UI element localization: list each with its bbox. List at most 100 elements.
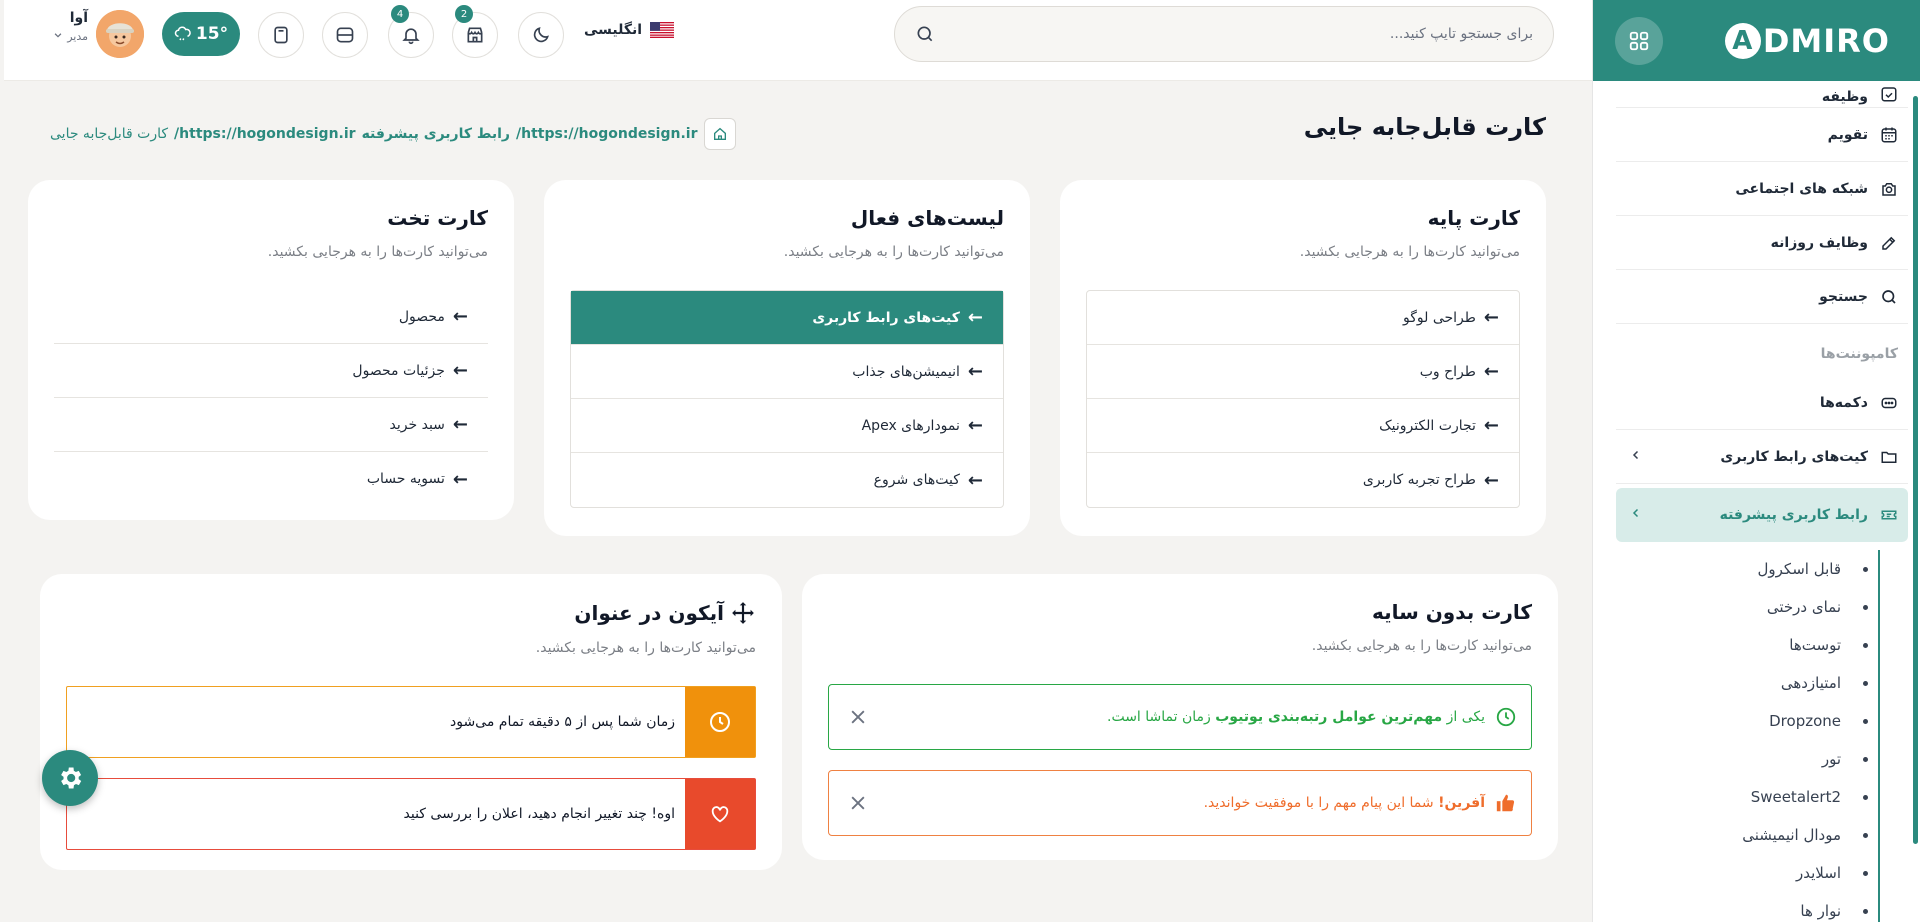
sidebar-item-ui-kits[interactable]: کیت‌های رابط کاربری bbox=[1616, 430, 1908, 484]
search-bar[interactable]: برای جستجو تایپ کنید... bbox=[894, 6, 1554, 62]
weather-widget[interactable]: 15° bbox=[162, 12, 240, 56]
sidebar-item-label: وظیفه bbox=[1821, 89, 1868, 105]
close-alert-button[interactable] bbox=[843, 788, 873, 818]
list-item-label: طراح تجربه کاربری bbox=[1362, 472, 1476, 488]
home-button[interactable] bbox=[703, 118, 736, 150]
button-icon bbox=[1878, 392, 1900, 414]
avatar[interactable] bbox=[96, 10, 144, 58]
submenu-item[interactable]: توست‌ها bbox=[1616, 626, 1908, 664]
list-item-label: نمودارهای Apex bbox=[861, 417, 960, 434]
edit-icon bbox=[1878, 232, 1900, 254]
breadcrumb: https://hogondesign.ir/ رابط کاربری پیشر… bbox=[50, 118, 736, 150]
alert-text: آفرین! شما این پیام مهم را با موفقیت خوا… bbox=[873, 795, 1485, 811]
list-item[interactable]: ← طراح تجربه کاربری bbox=[1087, 453, 1519, 507]
active-lists-card[interactable]: لیست‌های فعال می‌توانید کارت‌ها را به هر… bbox=[544, 180, 1030, 536]
list-item[interactable]: ← جزئیات محصول bbox=[54, 344, 488, 398]
close-alert-button[interactable] bbox=[843, 702, 873, 732]
bookmark-button[interactable] bbox=[258, 12, 304, 58]
list-item[interactable]: ← تجارت الکترونیک bbox=[1087, 399, 1519, 453]
sidebar-item-daily-tasks[interactable]: وظایف روزانه bbox=[1616, 216, 1908, 270]
chevron-down-icon bbox=[54, 33, 62, 38]
arrow-left-icon: ← bbox=[967, 307, 983, 328]
flat-card[interactable]: کارت تخت می‌توانید کارت‌ها را به هرجایی … bbox=[28, 180, 514, 520]
arrow-left-icon: ← bbox=[452, 360, 468, 381]
basic-list: ← طراحی لوگو ← طراح وب ← تجارت الکترونیک ← ط… bbox=[1086, 290, 1520, 508]
move-icon[interactable] bbox=[730, 600, 756, 626]
submenu-item[interactable]: نوار ها bbox=[1616, 892, 1908, 922]
list-item[interactable]: ← کیت‌های شروع bbox=[571, 453, 1003, 507]
submenu-item[interactable]: نمای درختی bbox=[1616, 588, 1908, 626]
alert-text: اوه! چند تغییر انجام دهید، اعلان را بررس… bbox=[403, 806, 676, 822]
brand-logo[interactable]: A DMIRO bbox=[1724, 22, 1890, 60]
arrow-left-icon: ← bbox=[452, 306, 468, 327]
no-shadow-card[interactable]: کارت بدون سایه می‌توانید کارت‌ها را به ه… bbox=[802, 574, 1558, 860]
sidebar-menu[interactable]: وظیفه تقویم شبکه های اجتماعی وظایف روزان… bbox=[1616, 81, 1908, 922]
submenu-item[interactable]: Dropzone bbox=[1616, 702, 1908, 740]
alert-text-bold: آفرین! bbox=[1438, 795, 1485, 811]
language-selector[interactable]: انگلیسی bbox=[584, 22, 675, 38]
notifications-button[interactable]: 4 bbox=[388, 5, 434, 58]
list-item[interactable]: ← سبد خرید bbox=[54, 398, 488, 452]
sidebar-item-label: تقویم bbox=[1827, 126, 1868, 143]
card-subtitle: می‌توانید کارت‌ها را به هرجایی بکشید. bbox=[1299, 244, 1520, 260]
list-item-active[interactable]: ← کیت‌های رابط کاربری bbox=[571, 291, 1003, 345]
list-item-label: جزئیات محصول bbox=[352, 362, 445, 379]
list-item[interactable]: ← تسویه حساب bbox=[54, 452, 488, 506]
home-icon bbox=[713, 127, 726, 140]
breadcrumb-link[interactable]: https://hogondesign.ir/ bbox=[516, 126, 698, 142]
list-item[interactable]: ← طراحی لوگو bbox=[1087, 291, 1519, 345]
apps-grid-button[interactable] bbox=[1615, 16, 1663, 65]
card-subtitle: می‌توانید کارت‌ها را به هرجایی بکشید. bbox=[1311, 638, 1532, 654]
card-subtitle: می‌توانید کارت‌ها را به هرجایی بکشید. bbox=[267, 244, 488, 260]
submenu-item[interactable]: اسلایدر bbox=[1616, 854, 1908, 892]
sidebar-scrollbar[interactable] bbox=[1913, 96, 1918, 844]
list-item-label: سبد خرید bbox=[389, 416, 445, 433]
sidebar-item-label: جستجو bbox=[1819, 288, 1868, 305]
breadcrumb-link[interactable]: https://hogondesign.ir/ bbox=[174, 126, 356, 142]
sidebar-item-buttons[interactable]: دکمه‌ها bbox=[1616, 376, 1908, 430]
breadcrumb-current: کارت قابل‌جابه جایی bbox=[50, 126, 169, 142]
dark-mode-toggle[interactable] bbox=[518, 12, 564, 58]
submenu-item[interactable]: قابل اسکرول bbox=[1616, 550, 1908, 588]
sidebar-header: A DMIRO bbox=[1593, 0, 1920, 81]
chevron-left-icon bbox=[1628, 507, 1644, 523]
search-input[interactable]: برای جستجو تایپ کنید... bbox=[935, 26, 1533, 42]
user-menu[interactable]: آوا مدیر bbox=[42, 10, 88, 43]
sidebar-item-advanced-ui[interactable]: رابط کاربری پیشرفته bbox=[1616, 488, 1908, 542]
sidebar-item-social[interactable]: شبکه های اجتماعی bbox=[1616, 162, 1908, 216]
sidebar-item-calendar[interactable]: تقویم bbox=[1616, 108, 1908, 162]
error-alert: اوه! چند تغییر انجام دهید، اعلان را بررس… bbox=[66, 778, 756, 850]
sidebar-item-search[interactable]: جستجو bbox=[1616, 270, 1908, 324]
alert-text: یکی از مهم‌ترین عوامل رتبه‌بندی یوتیوب ز… bbox=[873, 709, 1485, 725]
layout-button[interactable] bbox=[322, 12, 368, 58]
camera-icon bbox=[1878, 178, 1900, 200]
folder-icon bbox=[1878, 446, 1900, 468]
icon-title-card[interactable]: آیکون در عنوان می‌توانید کارت‌ها را به ه… bbox=[40, 574, 782, 870]
list-item[interactable]: ← طراح وب bbox=[1087, 345, 1519, 399]
sidebar-item-task[interactable]: وظیفه bbox=[1616, 81, 1908, 108]
sidebar-submenu: قابل اسکرول نمای درختی توست‌ها امتیازدهی… bbox=[1616, 550, 1908, 922]
success-alert: یکی از مهم‌ترین عوامل رتبه‌بندی یوتیوب ز… bbox=[828, 684, 1532, 750]
submenu-item[interactable]: تور bbox=[1616, 740, 1908, 778]
list-item[interactable]: ← محصول bbox=[54, 290, 488, 344]
flat-list: ← محصول ← جزئیات محصول ← سبد خرید ← تسویه حس… bbox=[54, 290, 488, 506]
store-button[interactable]: 2 bbox=[452, 5, 498, 58]
submenu-item[interactable]: امتیازدهی bbox=[1616, 664, 1908, 702]
submenu-item[interactable]: مودال انیمیشنی bbox=[1616, 816, 1908, 854]
settings-fab-button[interactable] bbox=[42, 750, 98, 806]
clock-icon bbox=[685, 687, 755, 757]
basic-card[interactable]: کارت پایه می‌توانید کارت‌ها را به هرجایی… bbox=[1060, 180, 1546, 536]
list-item-label: انیمیشن‌های جذاب bbox=[852, 363, 960, 380]
store-icon bbox=[467, 27, 483, 43]
breadcrumb-link[interactable]: رابط کاربری پیشرفته bbox=[362, 126, 510, 142]
sidebar-item-label: وظایف روزانه bbox=[1770, 234, 1868, 251]
card-title: کارت بدون سایه bbox=[1371, 600, 1532, 624]
list-item[interactable]: ← نمودارهای Apex bbox=[571, 399, 1003, 453]
list-item[interactable]: ← انیمیشن‌های جذاب bbox=[571, 345, 1003, 399]
alert-text: زمان شما پس از ۵ دقیقه تمام می‌شود bbox=[449, 714, 675, 730]
notifications-badge: 4 bbox=[391, 5, 409, 23]
list-item-label: تسویه حساب bbox=[366, 471, 445, 487]
list-item-label: طراح وب bbox=[1419, 363, 1476, 380]
submenu-item[interactable]: Sweetalert2 bbox=[1616, 778, 1908, 816]
page-title: کارت قابل‌جابه جایی bbox=[1303, 113, 1546, 141]
